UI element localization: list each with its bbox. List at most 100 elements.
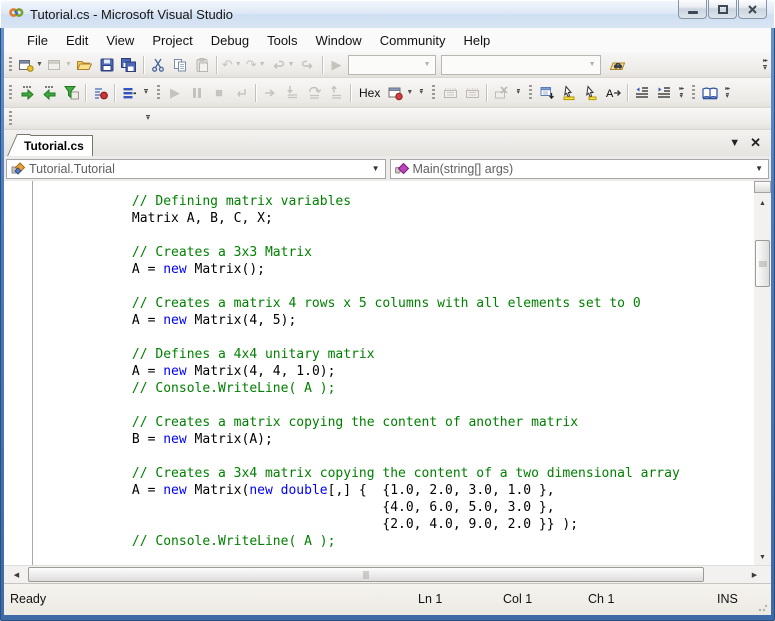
- toolbar-overflow-button[interactable]: ▾: [415, 78, 427, 107]
- editor-splitter-handle[interactable]: [754, 181, 771, 193]
- menu-help[interactable]: Help: [454, 30, 499, 51]
- menu-view[interactable]: View: [97, 30, 143, 51]
- code-area[interactable]: // Defining matrix variables Matrix A, B…: [38, 193, 680, 550]
- add-new-item-button[interactable]: ▼: [45, 54, 74, 76]
- thumb-grip-icon: [364, 571, 369, 579]
- tab-tutorial-cs[interactable]: Tutorial.cs: [20, 135, 93, 156]
- code-line: A = new Matrix(4, 5);: [38, 312, 680, 329]
- document-list-dropdown-button[interactable]: ▼: [729, 137, 740, 149]
- new-data-breakpoint-button[interactable]: [461, 82, 483, 104]
- stop-button[interactable]: ■: [208, 82, 230, 104]
- scroll-right-button[interactable]: ▶: [746, 566, 763, 584]
- toolbar-grip[interactable]: [9, 111, 12, 126]
- toolbar-overflow-button[interactable]: ▾: [142, 108, 154, 129]
- pause-button[interactable]: [186, 82, 208, 104]
- delete-all-breakpoints-button[interactable]: [490, 82, 512, 104]
- navigate-forward-button[interactable]: [297, 54, 319, 76]
- new-project-button[interactable]: ▼: [16, 54, 45, 76]
- start-debugging-button[interactable]: ▶: [164, 82, 186, 104]
- book-icon: [701, 85, 719, 101]
- start-icon: ▶: [332, 58, 342, 71]
- maximize-button[interactable]: [708, 0, 737, 19]
- command-combo[interactable]: ▼: [441, 55, 601, 75]
- hex-button[interactable]: Hex: [354, 82, 385, 104]
- toolbar-grip[interactable]: [432, 85, 435, 100]
- types-dropdown-value: Tutorial.Tutorial: [29, 162, 370, 176]
- parameter-info-button[interactable]: [558, 82, 580, 104]
- step-out-button[interactable]: [325, 82, 347, 104]
- toolbar-overflow-button[interactable]: ▸▸▾: [675, 78, 687, 107]
- minimize-button[interactable]: [678, 0, 707, 19]
- toolbar-grip[interactable]: [692, 85, 695, 100]
- open-file-button[interactable]: [74, 54, 96, 76]
- close-document-button[interactable]: ✕: [750, 135, 761, 151]
- scroll-left-button[interactable]: ◀: [8, 566, 25, 584]
- chevron-right-icon: ▸▸: [679, 85, 683, 92]
- decrease-indent-button[interactable]: [631, 82, 653, 104]
- quick-info-button[interactable]: [580, 82, 602, 104]
- show-next-statement-button[interactable]: [259, 82, 281, 104]
- navigate-backward-button[interactable]: ▼: [268, 54, 297, 76]
- toolbar-overflow-button[interactable]: ▾: [140, 78, 152, 107]
- menu-debug[interactable]: Debug: [202, 30, 258, 51]
- breakpoints-window-button[interactable]: [118, 82, 140, 104]
- increase-indent-button[interactable]: [653, 82, 675, 104]
- code-line: A = new Matrix(new double[,] { {1.0, 2.0…: [38, 482, 680, 499]
- code-editor[interactable]: // Defining matrix variables Matrix A, B…: [4, 181, 771, 565]
- menu-file[interactable]: File: [18, 30, 57, 51]
- paste-button[interactable]: [191, 54, 213, 76]
- immediate-window-button[interactable]: ▼: [385, 82, 415, 104]
- toolbar-overflow-button[interactable]: ▸▸▾: [759, 52, 771, 77]
- display-member-list-button[interactable]: [536, 82, 558, 104]
- toolbar-grip[interactable]: [9, 57, 12, 72]
- menu-project[interactable]: Project: [143, 30, 201, 51]
- menu-edit[interactable]: Edit: [57, 30, 97, 51]
- toolbar-grip[interactable]: [9, 85, 12, 100]
- types-dropdown[interactable]: Tutorial.Tutorial ▼: [6, 159, 386, 179]
- step-over-button[interactable]: [303, 82, 325, 104]
- save-all-button[interactable]: [118, 54, 140, 76]
- vertical-scroll-thumb[interactable]: [755, 240, 770, 287]
- run-to-cursor-button[interactable]: [60, 82, 82, 104]
- open-folder-icon: [76, 57, 93, 73]
- toolbar-grip[interactable]: [157, 85, 160, 100]
- toolbar-overflow-button[interactable]: ▾: [512, 78, 524, 107]
- scroll-up-button[interactable]: ▲: [754, 195, 771, 211]
- menu-tools[interactable]: Tools: [258, 30, 306, 51]
- toolbar-grip[interactable]: [529, 85, 532, 100]
- start-button[interactable]: ▶: [326, 54, 348, 76]
- resize-grip[interactable]: [758, 602, 768, 612]
- menu-community[interactable]: Community: [371, 30, 455, 51]
- toolbar-separator: [322, 56, 323, 74]
- code-line: // Creates a 3x3 Matrix: [38, 244, 680, 261]
- complete-word-button[interactable]: A: [602, 82, 624, 104]
- horizontal-scrollbar[interactable]: ◀ ▶: [4, 565, 771, 583]
- step-into-binary-button[interactable]: [16, 82, 38, 104]
- bookmarks-button[interactable]: [699, 82, 721, 104]
- title-bar[interactable]: Tutorial.cs - Microsoft Visual Studio: [0, 0, 775, 28]
- step-back-binary-button[interactable]: [38, 82, 60, 104]
- step-into-button[interactable]: [281, 82, 303, 104]
- redo-button[interactable]: ↷▼: [244, 54, 268, 76]
- undo-button[interactable]: ↶▼: [220, 54, 244, 76]
- find-in-files-button[interactable]: [607, 54, 629, 76]
- members-dropdown[interactable]: Main(string[] args) ▼: [390, 159, 770, 179]
- scroll-down-button[interactable]: ▼: [754, 549, 771, 565]
- toggle-breakpoint-button[interactable]: [89, 82, 111, 104]
- find-combo[interactable]: ▼: [348, 55, 436, 75]
- dropdown-arrow-icon: ▼: [406, 89, 413, 96]
- save-button[interactable]: [96, 54, 118, 76]
- code-line: B = new Matrix(A);: [38, 431, 680, 448]
- code-line: {2.0, 4.0, 9.0, 2.0 }} );: [38, 516, 680, 533]
- close-button[interactable]: [738, 0, 767, 19]
- menu-window[interactable]: Window: [306, 30, 370, 51]
- horizontal-scroll-thumb[interactable]: [28, 567, 704, 582]
- cut-button[interactable]: [147, 54, 169, 76]
- copy-button[interactable]: [169, 54, 191, 76]
- toolbar-separator: [216, 56, 217, 74]
- parameter-info-icon: [561, 85, 577, 101]
- new-function-breakpoint-button[interactable]: [439, 82, 461, 104]
- toolbar-overflow-button[interactable]: ▸▸▾: [721, 78, 733, 107]
- restart-button[interactable]: [230, 82, 252, 104]
- vertical-scrollbar[interactable]: ▲ ▼: [754, 181, 771, 565]
